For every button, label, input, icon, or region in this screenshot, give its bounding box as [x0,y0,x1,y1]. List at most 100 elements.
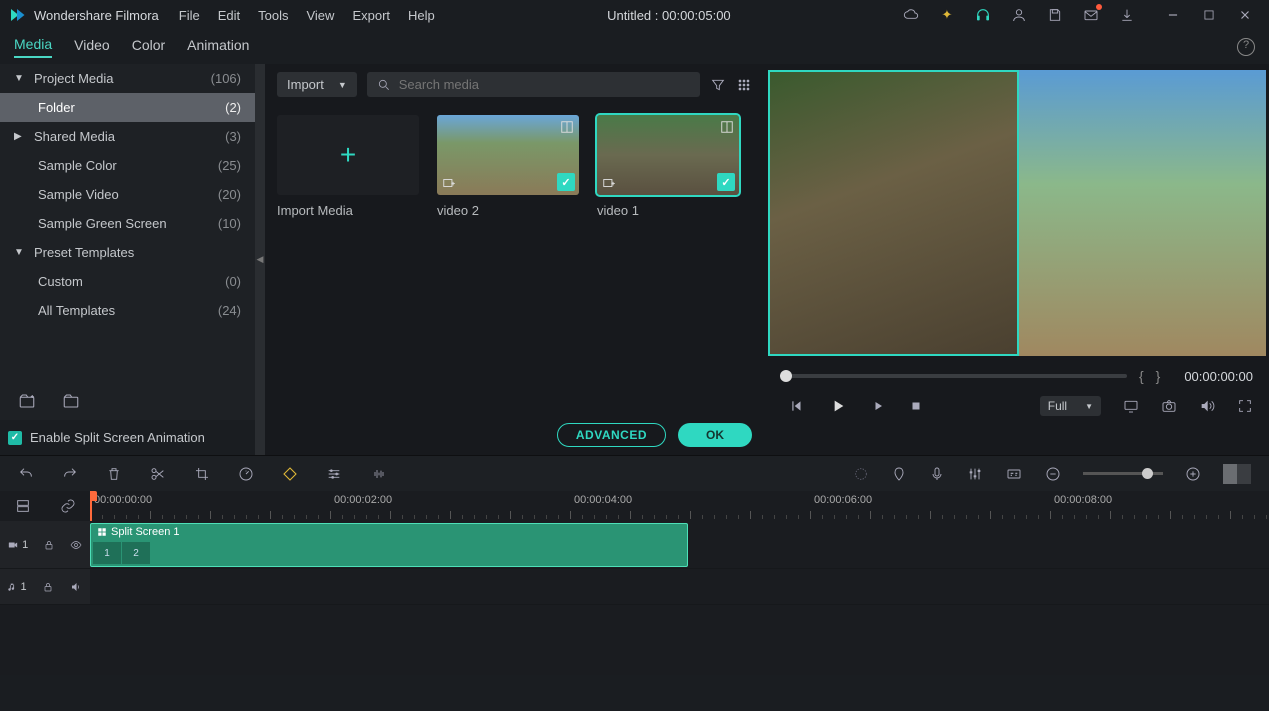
close-icon[interactable] [1237,7,1253,23]
caption-icon[interactable] [1005,466,1023,482]
sidebar-item[interactable]: ▶Shared Media(3) [0,122,255,151]
zoom-slider[interactable] [1083,472,1163,475]
clip-cell-2[interactable]: 2 [122,542,150,564]
import-media-tile[interactable]: + [277,115,419,195]
play-small-icon[interactable] [872,400,884,412]
crop-icon[interactable] [194,466,210,482]
timeline-clip[interactable]: Split Screen 1 1 2 [90,523,688,567]
timeline-layout-icon[interactable] [15,498,31,514]
scrub-knob[interactable] [780,370,792,382]
sidebar-item[interactable]: Custom(0) [0,267,255,296]
import-button[interactable]: Import ▼ [277,72,357,97]
selected-check-icon[interactable]: ✓ [557,173,575,191]
advanced-button[interactable]: ADVANCED [557,423,666,447]
sidebar-item[interactable]: Sample Green Screen(10) [0,209,255,238]
render-icon[interactable] [853,466,869,482]
undo-icon[interactable] [18,466,34,482]
zoom-in-icon[interactable] [1185,466,1201,482]
sidebar-item[interactable]: Folder(2) [0,93,255,122]
selected-check-icon[interactable]: ✓ [717,173,735,191]
mute-icon[interactable] [69,581,83,593]
filter-icon[interactable] [710,77,726,93]
audio-track-body[interactable] [90,569,1269,604]
media-cell: ✓video 2 [437,115,579,218]
new-project-folder-icon[interactable] [18,392,36,410]
tab-animation[interactable]: Animation [187,37,249,57]
download-icon[interactable] [1119,7,1135,23]
account-icon[interactable] [1011,7,1027,23]
add-to-timeline-icon[interactable] [601,175,617,191]
media-thumbnail[interactable]: ✓ [597,115,739,195]
zoom-out-icon[interactable] [1045,466,1061,482]
timeline-ruler[interactable]: 00:00:00:0000:00:02:0000:00:04:0000:00:0… [90,491,1269,521]
minimize-icon[interactable] [1165,7,1181,23]
grid-view-icon[interactable] [736,77,752,93]
scrub-bar[interactable] [780,374,1127,378]
volume-icon[interactable] [1199,398,1215,414]
lock-icon[interactable] [42,581,54,593]
sidebar-collapse-handle[interactable]: ◀ [255,64,265,455]
audio-mix-icon[interactable] [967,466,983,482]
eye-icon[interactable] [69,539,83,551]
prev-frame-icon[interactable] [790,399,804,413]
sidebar-item[interactable]: Sample Video(20) [0,180,255,209]
adjust-icon[interactable] [326,466,342,482]
sidebar-item-count: (20) [218,187,241,202]
split-icon[interactable] [150,466,166,482]
mark-in-out-icon[interactable]: {} [1139,368,1172,384]
preview-pane-left[interactable] [768,70,1019,356]
audio-track: 1 [0,569,1269,605]
ok-button[interactable]: OK [678,423,752,447]
search-input[interactable] [399,77,690,92]
preview-pane-right[interactable] [1019,70,1266,356]
menu-file[interactable]: File [179,8,200,23]
enable-split-screen-checkbox[interactable]: ✓ Enable Split Screen Animation [0,420,255,455]
video-track-body[interactable]: Split Screen 1 1 2 [90,521,1269,568]
playhead[interactable] [90,491,92,521]
tab-media[interactable]: Media [14,36,52,58]
sidebar-item[interactable]: Sample Color(25) [0,151,255,180]
timeline-view-toggle[interactable] [1223,464,1251,484]
cloud-icon[interactable] [903,7,919,23]
voiceover-icon[interactable] [929,466,945,482]
mail-icon[interactable] [1083,7,1099,23]
sidebar-item[interactable]: ▼Preset Templates [0,238,255,267]
delete-icon[interactable] [106,466,122,482]
timeline-empty-area[interactable] [0,605,1269,675]
stop-icon[interactable] [910,400,922,412]
menu-edit[interactable]: Edit [218,8,240,23]
save-icon[interactable] [1047,7,1063,23]
quality-select[interactable]: Full▼ [1040,396,1101,416]
sidebar-item[interactable]: ▼Project Media(106) [0,64,255,93]
add-to-timeline-icon[interactable] [441,175,457,191]
display-icon[interactable] [1123,398,1139,414]
menu-view[interactable]: View [306,8,334,23]
redo-icon[interactable] [62,466,78,482]
help-icon[interactable]: ? [1237,38,1255,56]
media-thumbnail[interactable]: ✓ [437,115,579,195]
snapshot-icon[interactable] [1161,398,1177,414]
sun-icon[interactable]: ✦ [939,7,955,23]
menu-tools[interactable]: Tools [258,8,288,23]
sidebar-item-label: Project Media [34,71,211,86]
link-icon[interactable] [60,498,76,514]
keyframe-icon[interactable] [282,466,298,482]
headphones-icon[interactable] [975,7,991,23]
menu-export[interactable]: Export [352,8,390,23]
zoom-knob[interactable] [1142,468,1153,479]
menu-help[interactable]: Help [408,8,435,23]
marker-icon[interactable] [891,466,907,482]
tab-video[interactable]: Video [74,37,110,57]
audio-wave-icon[interactable] [370,466,388,482]
play-icon[interactable] [830,398,846,414]
lock-icon[interactable] [43,539,55,551]
clip-cell-1[interactable]: 1 [93,542,121,564]
sidebar-item[interactable]: All Templates(24) [0,296,255,325]
preview-canvas[interactable] [768,70,1266,356]
maximize-icon[interactable] [1201,7,1217,23]
tab-color[interactable]: Color [132,37,165,57]
search-field[interactable] [367,72,700,97]
speed-icon[interactable] [238,466,254,482]
fullscreen-icon[interactable] [1237,398,1253,414]
open-folder-icon[interactable] [62,392,80,410]
